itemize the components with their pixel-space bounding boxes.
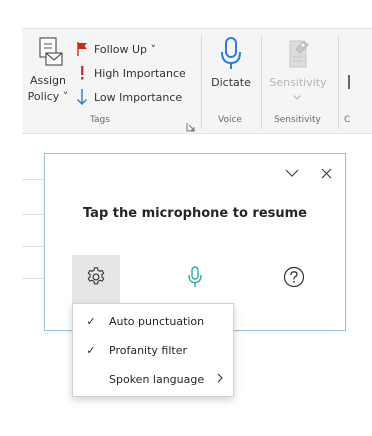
group-divider — [338, 35, 339, 129]
help-button[interactable] — [281, 266, 307, 292]
background-row — [22, 278, 46, 279]
menu-item-spoken-language[interactable]: Spoken language — [73, 365, 233, 393]
exclamation-icon — [74, 64, 90, 82]
arrow-down-icon — [74, 88, 90, 106]
menu-item-label: Profanity filter — [109, 343, 187, 357]
assign-policy-label-2: Policy ˅ — [27, 90, 69, 103]
follow-up-button[interactable]: Follow Up ˅ — [74, 39, 156, 59]
dictation-settings-menu: ✓ Auto punctuation ✓ Profanity filter Sp… — [72, 303, 234, 397]
microphone-icon — [187, 266, 203, 292]
high-importance-button[interactable]: High Importance — [74, 63, 186, 83]
background-row — [22, 246, 46, 247]
sensitivity-label: Sensitivity — [269, 76, 327, 89]
chevron-right-icon — [217, 373, 223, 386]
sensitivity-button[interactable]: Sensitivity — [266, 35, 330, 109]
sensitivity-icon — [284, 37, 312, 71]
microphone-button[interactable] — [182, 265, 208, 293]
checkmark-icon: ✓ — [86, 343, 96, 357]
outlook-window: Assign Policy ˅ Follow Up ˅ High Importa… — [0, 0, 372, 436]
dictate-label: Dictate — [211, 76, 251, 89]
ribbon-overflow-fragment — [348, 75, 350, 89]
flag-icon — [74, 40, 90, 58]
group-divider — [261, 35, 262, 129]
high-importance-label: High Importance — [94, 66, 186, 80]
chevron-down-icon[interactable] — [281, 162, 303, 184]
low-importance-label: Low Importance — [94, 90, 183, 104]
assign-policy-button[interactable]: Assign Policy ˅ — [24, 37, 72, 111]
ribbon: Assign Policy ˅ Follow Up ˅ High Importa… — [22, 28, 372, 134]
background-row — [22, 179, 46, 180]
assign-policy-label: Assign — [30, 74, 66, 87]
gear-icon — [85, 266, 107, 292]
help-icon — [283, 266, 305, 292]
microphone-icon — [219, 37, 243, 71]
close-icon[interactable] — [315, 162, 337, 184]
settings-button[interactable] — [72, 255, 120, 303]
dictate-button[interactable]: Dictate — [206, 35, 256, 109]
low-importance-button[interactable]: Low Importance — [74, 87, 182, 107]
voice-group-label: Voice — [218, 115, 242, 125]
menu-item-profanity-filter[interactable]: ✓ Profanity filter — [73, 336, 233, 364]
follow-up-label: Follow Up ˅ — [94, 42, 157, 56]
menu-item-label: Auto punctuation — [109, 314, 205, 328]
checkmark-icon: ✓ — [86, 314, 96, 328]
next-group-label: C — [344, 115, 351, 125]
menu-item-label: Spoken language — [109, 372, 205, 386]
chevron-down-icon — [293, 93, 301, 102]
sensitivity-group-label: Sensitivity — [274, 115, 321, 125]
assign-policy-icon — [36, 37, 64, 69]
dictation-status-message: Tap the microphone to resume — [82, 206, 307, 221]
menu-item-auto-punctuation[interactable]: ✓ Auto punctuation — [73, 307, 233, 335]
background-row — [22, 214, 46, 215]
group-divider — [201, 35, 202, 129]
dialog-launcher-icon[interactable] — [186, 117, 196, 132]
tags-group-label: Tags — [90, 115, 110, 125]
